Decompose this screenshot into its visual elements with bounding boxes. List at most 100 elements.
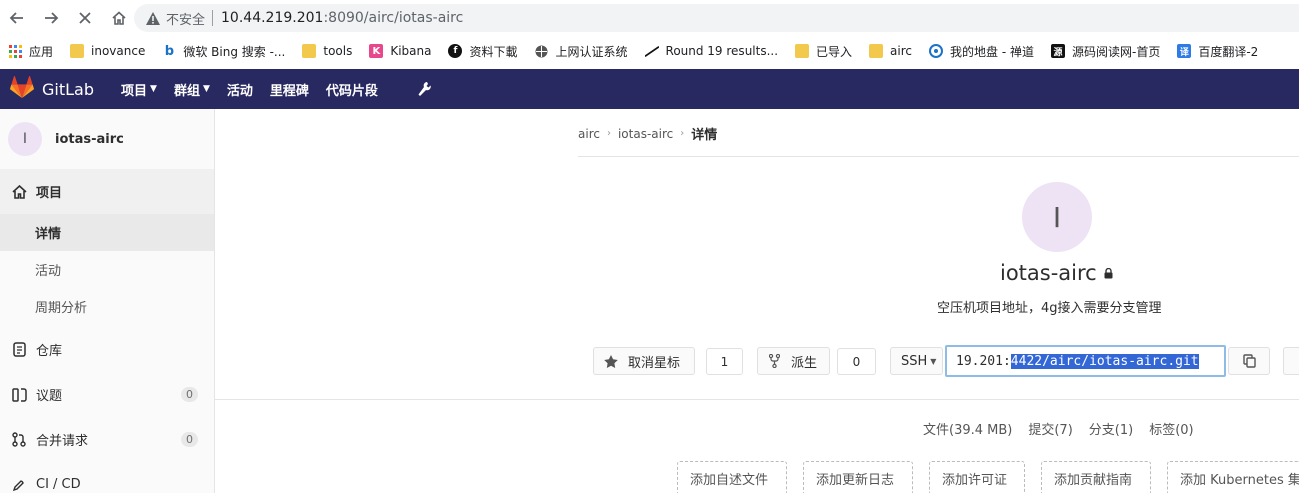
fork-label: 派生 xyxy=(791,355,818,371)
bookmark-label: 资料下載 xyxy=(469,44,518,59)
sidebar-project-header[interactable]: I iotas-airc xyxy=(0,109,214,169)
stat-branches[interactable]: 分支(1) xyxy=(1089,419,1133,438)
bookmark-baidu-translate[interactable]: 译 百度翻译-2 xyxy=(1177,43,1258,60)
clone-protocol-dropdown[interactable]: SSH ▼ xyxy=(890,347,943,375)
warning-triangle-icon[interactable] xyxy=(146,11,160,25)
bookmark-tools[interactable]: tools xyxy=(302,44,352,58)
menu-label: 活动 xyxy=(226,83,253,99)
sidebar-item-label: 仓库 xyxy=(36,344,63,359)
bookmark-source-reader[interactable]: 源 源码阅读网-首页 xyxy=(1050,43,1160,60)
sidebar-item-repository[interactable]: 仓库 xyxy=(0,327,214,372)
sidebar-item-ci-cd[interactable]: CI / CD xyxy=(0,462,214,493)
gitlab-navbar: GitLab 项目 ▼ 群组 ▼ 活动 里程碑 代码片段 xyxy=(0,69,1299,109)
sidebar-item-details[interactable]: 详情 xyxy=(0,214,214,251)
bookmark-label: airc xyxy=(890,44,913,58)
rocket-icon xyxy=(10,478,28,492)
bookmark-round19[interactable]: Round 19 results... xyxy=(644,44,778,58)
bookmark-label: Kibana xyxy=(390,44,432,58)
star-count[interactable]: 1 xyxy=(706,348,743,375)
bookmark-label: inovance xyxy=(91,44,146,58)
bookmark-label: tools xyxy=(323,44,353,58)
clone-url-input[interactable]: 19.201: 4422/airc/iotas-airc.git xyxy=(945,345,1226,377)
bookmark-label: 我的地盘 - 禅道 xyxy=(950,44,1034,59)
project-title-text: iotas-airc xyxy=(1000,261,1097,285)
breadcrumb-project-link[interactable]: iotas-airc xyxy=(618,127,673,141)
bookmark-network-auth[interactable]: 上网认证系统 xyxy=(535,43,628,60)
star-icon xyxy=(604,354,618,368)
stat-files[interactable]: 文件(39.4 MB) xyxy=(923,419,1012,438)
menu-projects[interactable]: 项目 ▼ xyxy=(121,80,157,99)
fork-icon xyxy=(769,354,780,368)
benchmark-icon xyxy=(644,44,659,58)
breadcrumb: airc › iotas-airc › 详情 xyxy=(578,124,717,144)
copy-icon xyxy=(1242,354,1256,368)
folder-icon xyxy=(869,44,884,58)
sidebar-item-issues[interactable]: 议题 0 xyxy=(0,372,214,417)
kibana-icon: K xyxy=(369,44,384,58)
bookmark-kibana[interactable]: K Kibana xyxy=(369,44,431,58)
sidebar-item-activity[interactable]: 活动 xyxy=(0,251,214,288)
fork-button[interactable]: 派生 xyxy=(757,347,830,375)
browser-toolbar: 不安全 10.44.219.201 :8090/airc/iotas-airc xyxy=(0,0,1299,36)
stop-loading-icon[interactable] xyxy=(74,7,96,29)
forward-arrow-icon[interactable] xyxy=(40,7,62,29)
bookmark-airc[interactable]: airc xyxy=(869,44,912,58)
copy-url-button[interactable] xyxy=(1228,347,1270,375)
sidebar-item-merge-requests[interactable]: 合并请求 0 xyxy=(0,417,214,462)
bookmark-zentao[interactable]: 我的地盘 - 禅道 xyxy=(929,43,1034,60)
chevron-right-icon: › xyxy=(606,128,611,139)
apps-grid-icon xyxy=(8,44,22,58)
add-changelog-button[interactable]: 添加更新日志 xyxy=(803,461,913,493)
stat-commits[interactable]: 提交(7) xyxy=(1028,419,1072,438)
document-icon xyxy=(10,342,28,357)
add-license-button[interactable]: 添加许可证 xyxy=(929,461,1025,493)
unstar-button[interactable]: 取消星标 xyxy=(593,347,695,375)
home-icon[interactable] xyxy=(108,7,130,29)
menu-groups[interactable]: 群组 ▼ xyxy=(174,80,210,99)
gitlab-home-link[interactable]: GitLab xyxy=(10,76,94,102)
breadcrumb-divider xyxy=(578,156,1299,157)
bookmark-imported[interactable]: 已导入 xyxy=(795,43,852,60)
sidebar-item-project[interactable]: 项目 xyxy=(0,169,214,214)
sidebar-item-label: CI / CD xyxy=(36,477,81,492)
url-host: 10.44.219.201 xyxy=(221,10,324,26)
fork-count[interactable]: 0 xyxy=(837,348,876,375)
admin-wrench-icon[interactable] xyxy=(417,81,431,97)
clone-url-prefix: 19.201: xyxy=(956,353,1011,369)
stat-tags[interactable]: 标签(0) xyxy=(1149,419,1193,438)
add-readme-button[interactable]: 添加自述文件 xyxy=(677,461,787,493)
folder-icon xyxy=(302,44,317,58)
source-icon: 源 xyxy=(1050,44,1065,58)
bookmark-bing[interactable]: b 微软 Bing 搜索 -... xyxy=(162,43,286,60)
project-avatar: I xyxy=(8,122,42,156)
menu-activity[interactable]: 活动 xyxy=(227,80,253,99)
bookmark-apps[interactable]: 应用 xyxy=(8,43,53,60)
gitlab-logo-text: GitLab xyxy=(42,79,94,99)
clone-url-selected: 4422/airc/iotas-airc.git xyxy=(1010,353,1199,369)
back-arrow-icon[interactable] xyxy=(6,7,28,29)
bookmarks-bar: 应用 inovance b 微软 Bing 搜索 -... tools K Ki… xyxy=(0,36,1299,66)
lock-icon xyxy=(1104,267,1113,279)
bookmark-inovance[interactable]: inovance xyxy=(70,44,145,58)
project-description: 空压机项目地址，4g接入需要分支管理 xyxy=(937,301,1162,316)
sidebar-item-cycle-analytics[interactable]: 周期分析 xyxy=(0,288,214,325)
zentao-icon xyxy=(929,44,944,58)
bookmark-downloads[interactable]: f 资料下載 xyxy=(448,43,518,60)
add-kubernetes-cluster-button[interactable]: 添加 Kubernetes 集 xyxy=(1167,461,1299,493)
address-bar[interactable]: 不安全 10.44.219.201 :8090/airc/iotas-airc xyxy=(134,4,1299,32)
caret-down-icon: ▼ xyxy=(930,356,937,366)
add-contributing-guide-button[interactable]: 添加贡献指南 xyxy=(1041,461,1151,493)
menu-snippets[interactable]: 代码片段 xyxy=(326,80,378,99)
breadcrumb-current[interactable]: 详情 xyxy=(691,124,717,143)
chevron-down-icon: ▼ xyxy=(150,84,157,94)
sidebar-item-label: 合并请求 xyxy=(36,434,89,449)
menu-milestones[interactable]: 里程碑 xyxy=(270,80,309,99)
chevron-down-icon: ▼ xyxy=(202,84,210,94)
menu-label: 群组 xyxy=(173,83,200,99)
sidebar-project-name: iotas-airc xyxy=(55,131,124,147)
unstar-label: 取消星标 xyxy=(628,355,681,371)
breadcrumb-group-link[interactable]: airc xyxy=(578,127,600,141)
translate-icon: 译 xyxy=(1177,44,1192,58)
more-button[interactable] xyxy=(1283,347,1299,375)
insecure-label[interactable]: 不安全 xyxy=(166,9,205,28)
